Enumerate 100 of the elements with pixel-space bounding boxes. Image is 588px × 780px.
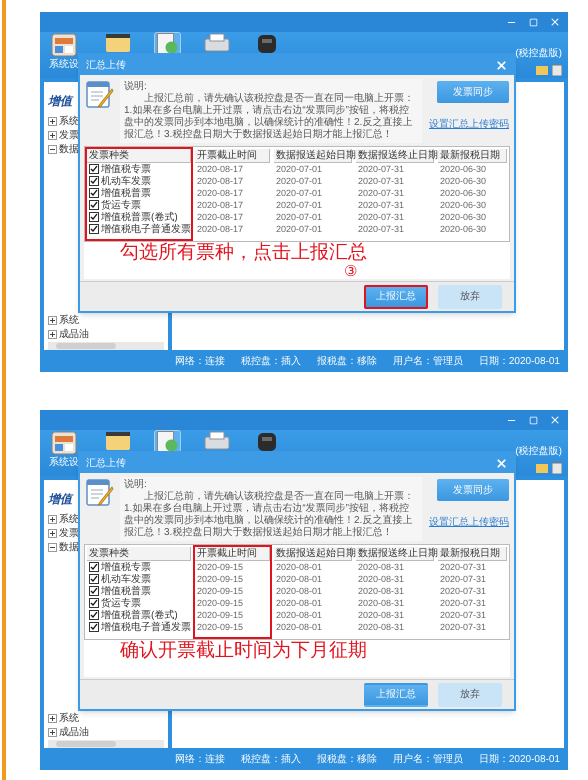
close-icon[interactable] (549, 414, 561, 426)
tree-item[interactable]: 发票 (59, 128, 79, 142)
checkbox[interactable] (89, 200, 99, 210)
table-cell-text: 2020-07-31 (438, 585, 487, 597)
step-number: ③ (344, 264, 358, 279)
invoice-type: 增值税普票 (101, 186, 151, 200)
status-text: 用户名：管理员 (392, 752, 463, 766)
status-text: 报税盘：移除 (316, 752, 377, 766)
window-icon (51, 33, 77, 57)
invoice-type: 增值税普票 (101, 584, 151, 598)
invoice-type: 增值税电子普通发票 (101, 222, 191, 236)
tree-item[interactable]: 系统 (59, 312, 79, 328)
tree-item[interactable]: 系统 (59, 710, 79, 726)
checkbox[interactable] (89, 574, 99, 584)
table-cell-text: 2020-07-31 (356, 187, 405, 199)
checkbox[interactable] (89, 224, 99, 234)
invoice-type: 增值税普票(卷式) (101, 608, 178, 620)
dialog-title: 汇总上传 (86, 58, 126, 72)
clipboard-icon[interactable] (552, 64, 562, 76)
app-title: (税控盘版) (515, 444, 562, 459)
table-cell-text: 2020-07-01 (274, 199, 323, 211)
tree-item[interactable]: 系统 (59, 114, 79, 128)
checkbox[interactable] (89, 164, 99, 174)
table-cell-text: 2020-08-17 (196, 175, 244, 187)
expand-icon[interactable] (48, 316, 57, 324)
checkbox[interactable] (89, 212, 99, 222)
tree-item[interactable]: 成品油 (59, 724, 89, 740)
password-link[interactable]: 设置汇总上传密码 (429, 515, 509, 530)
table-cell-text: 2020-06-30 (438, 187, 487, 199)
column-header[interactable]: 最新报税日期 (438, 149, 507, 163)
table-cell-text: 2020-07-31 (438, 561, 487, 573)
invoice-type: 机动车发票 (101, 174, 151, 188)
table-cell-text: 2020-08-31 (356, 621, 405, 633)
expand-icon[interactable] (48, 528, 57, 538)
table-cell-text: 2020-07-31 (438, 609, 487, 621)
checkbox[interactable] (89, 562, 99, 572)
checkbox[interactable] (89, 586, 99, 596)
invoice-type: 增值税普票(卷式) (101, 210, 178, 222)
tree-item[interactable]: 系统 (59, 512, 79, 526)
maximize-icon[interactable] (528, 18, 538, 26)
table-cell-text: 2020-08-01 (274, 585, 323, 597)
table-cell-text: 2020-07-31 (356, 199, 405, 211)
tree-item[interactable]: 成品油 (59, 326, 89, 342)
expand-icon[interactable] (48, 514, 57, 524)
tree-item[interactable]: 发票 (59, 526, 79, 540)
maximize-icon[interactable] (528, 416, 538, 424)
expand-icon[interactable] (48, 330, 57, 338)
cancel-button[interactable]: 放弃 (438, 682, 502, 706)
checkbox[interactable] (89, 622, 99, 632)
notice-label: 说明: (124, 81, 148, 92)
column-header[interactable]: 最新报税日期 (438, 547, 507, 561)
invoice-type: 机动车发票 (101, 572, 151, 586)
notice-text: 上报汇总前，请先确认该税控盘是否一直在同一电脑上开票：1.如果在多台电脑上开过票，请点击右边“发票同步”按钮，将税控盘中的发票同步到本地电脑，以确保统计的准确性！2.反之直接上报汇总！3.税控盘日期大于数据报送起始日期才能上报汇总！ (124, 491, 415, 539)
folder-icon (105, 33, 131, 53)
tree-item[interactable]: 数据 (59, 142, 79, 156)
notice-label: 说明: (124, 479, 148, 490)
invoice-type: 货运专票 (101, 198, 141, 212)
expand-icon[interactable] (48, 728, 57, 736)
close-icon[interactable] (549, 16, 561, 28)
checkbox[interactable] (89, 188, 99, 198)
device-icon (256, 33, 278, 55)
folder-icon (105, 431, 131, 451)
checkbox[interactable] (89, 176, 99, 186)
checkbox[interactable] (89, 598, 99, 608)
column-header[interactable]: 开票截止时间 (195, 149, 270, 163)
dialog-title: 汇总上传 (86, 456, 126, 470)
table-cell-text: 2020-07-31 (438, 597, 487, 609)
table-cell-text: 2020-08-01 (274, 621, 323, 633)
device-icon (256, 431, 278, 453)
table-cell-text: 2020-09-15 (196, 597, 244, 609)
checkbox[interactable] (89, 610, 99, 620)
invoice-type: 增值税电子普通发票 (101, 620, 191, 634)
printer-icon (204, 431, 230, 451)
table-cell-text: 2020-07-01 (274, 223, 323, 235)
password-link[interactable]: 设置汇总上传密码 (429, 117, 509, 132)
table-cell-text: 2020-08-31 (356, 597, 405, 609)
printer-icon (204, 33, 230, 53)
scrollbar[interactable] (48, 740, 164, 748)
table-cell-text: 2020-06-30 (438, 163, 487, 175)
expand-icon[interactable] (48, 130, 57, 140)
close-button[interactable] (495, 456, 508, 470)
clipboard-icon[interactable] (552, 462, 562, 474)
tree-item[interactable]: 数据 (59, 540, 79, 554)
column-header[interactable]: 开票截止时间 (195, 547, 270, 561)
collapse-icon[interactable] (48, 144, 57, 154)
window-icon (51, 431, 77, 455)
table-cell-text: 2020-06-30 (438, 211, 487, 223)
table-cell-text: 2020-07-01 (274, 163, 323, 175)
column-header[interactable]: 发票种类 (87, 547, 191, 561)
close-button[interactable] (495, 58, 508, 72)
cancel-button[interactable]: 放弃 (438, 284, 502, 308)
table-cell-text: 2020-06-30 (438, 175, 487, 187)
invoice-type: 增值税专票 (101, 162, 151, 176)
table-cell-text: 2020-09-15 (196, 561, 244, 573)
column-header[interactable]: 发票种类 (87, 149, 191, 163)
collapse-icon[interactable] (48, 542, 57, 552)
expand-icon[interactable] (48, 714, 57, 722)
invoice-type: 增值税专票 (101, 560, 151, 574)
expand-icon[interactable] (48, 116, 57, 126)
scrollbar[interactable] (48, 342, 164, 350)
